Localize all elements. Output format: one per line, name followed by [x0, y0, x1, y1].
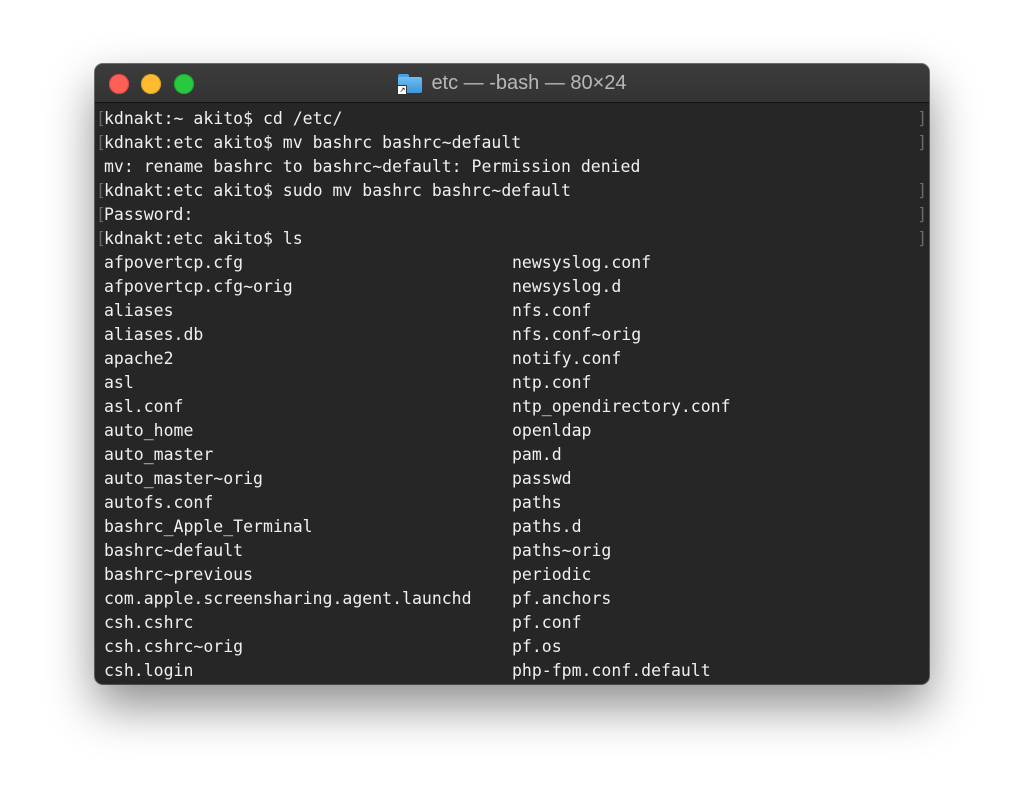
ls-entry: newsyslog.conf	[512, 253, 652, 272]
ls-entry: csh.cshrc	[104, 613, 194, 632]
terminal-line: kdnakt:etc akito$ sudo mv bashrc bashrc~…	[104, 181, 571, 200]
ls-entry: auto_master~orig	[104, 469, 263, 488]
ls-entry: afpovertcp.cfg	[104, 253, 244, 272]
folder-icon: ↗	[397, 73, 423, 95]
ls-entry: com.apple.screensharing.agent.launchd	[104, 589, 472, 608]
ls-entry: notify.conf	[512, 349, 622, 368]
ls-entry: passwd	[512, 469, 572, 488]
ls-entry: csh.login	[104, 661, 194, 680]
terminal-line: kdnakt:etc akito$ mv bashrc bashrc~defau…	[104, 133, 522, 152]
mark-bracket-right: ]	[917, 109, 927, 128]
ls-entry: pf.anchors	[512, 589, 612, 608]
ls-entry: bashrc_Apple_Terminal	[104, 517, 313, 536]
ls-entry: php-fpm.conf.default	[512, 661, 711, 680]
mark-bracket-right: ]	[917, 181, 927, 200]
ls-entry: paths.d	[512, 517, 582, 536]
ls-entry: pf.os	[512, 637, 562, 656]
ls-entry: ntp_opendirectory.conf	[512, 397, 731, 416]
ls-entry: pam.d	[512, 445, 562, 464]
ls-entry: nfs.conf	[512, 301, 592, 320]
terminal-line: kdnakt:~ akito$ cd /etc/	[104, 109, 343, 128]
terminal-line: kdnakt:etc akito$ ls	[104, 229, 303, 248]
ls-entry: aliases	[104, 301, 174, 320]
ls-entry: autofs.conf	[104, 493, 214, 512]
ls-entry: aliases.db	[104, 325, 204, 344]
ls-entry: newsyslog.d	[512, 277, 622, 296]
ls-entry: apache2	[104, 349, 174, 368]
window-title-area: ↗ etc — -bash — 80×24	[95, 64, 929, 102]
ls-entry: pf.conf	[512, 613, 582, 632]
ls-entry: bashrc~default	[104, 541, 244, 560]
ls-entry: paths	[512, 493, 562, 512]
ls-entry: auto_master	[104, 445, 214, 464]
mark-bracket-right: ]	[917, 229, 927, 248]
ls-entry: openldap	[512, 421, 592, 440]
ls-entry: csh.cshrc~orig	[104, 637, 244, 656]
ls-entry: paths~orig	[512, 541, 612, 560]
mark-bracket-right: ]	[917, 205, 927, 224]
ls-entry: auto_home	[104, 421, 194, 440]
ls-entry: afpovertcp.cfg~orig	[104, 277, 293, 296]
ls-entry: ntp.conf	[512, 373, 592, 392]
terminal-content[interactable]: [ kdnakt:~ akito$ cd /etc/ ] [ kdnakt:et…	[95, 103, 929, 684]
title-bar[interactable]: ↗ etc — -bash — 80×24	[95, 64, 929, 103]
window-title: etc — -bash — 80×24	[431, 71, 627, 94]
terminal-window[interactable]: ↗ etc — -bash — 80×24 [ kdnakt:~ akito$ …	[95, 64, 929, 684]
ls-entry: bashrc~previous	[104, 565, 254, 584]
ls-entry: nfs.conf~orig	[512, 325, 642, 344]
ls-entry: asl.conf	[104, 397, 184, 416]
ls-entry: periodic	[512, 565, 592, 584]
mark-bracket-right: ]	[917, 133, 927, 152]
terminal-line: Password:	[104, 205, 194, 224]
terminal-line: mv: rename bashrc to bashrc~default: Per…	[104, 157, 641, 176]
ls-entry: asl	[104, 373, 134, 392]
